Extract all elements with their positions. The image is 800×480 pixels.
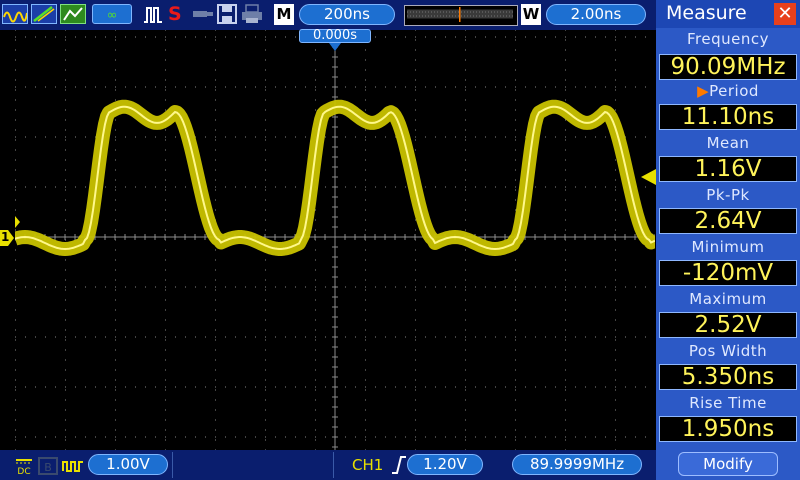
waveform-overview[interactable] [404, 5, 518, 26]
measure-label-rise-time: Rise Time [689, 394, 767, 412]
measure-panel-header: Measure ✕ [656, 0, 800, 28]
rising-edge-icon [391, 455, 407, 475]
modify-button[interactable]: Modify [678, 452, 778, 476]
frequency-counter-button[interactable]: 89.9999MHz [512, 454, 642, 475]
timebase-button[interactable]: 200ns [299, 4, 395, 25]
measure-panel: Measure ✕ Frequency 90.09MHz ▶Period 11.… [656, 0, 800, 480]
measure-label-frequency: Frequency [687, 30, 769, 48]
persistence-icon[interactable] [60, 4, 86, 24]
svg-text:DC: DC [17, 467, 30, 476]
graticule [10, 29, 660, 451]
measure-label-pkpk: Pk-Pk [706, 186, 750, 204]
ch1-scale-button[interactable]: 1.00V [88, 454, 168, 475]
trigger-level-button[interactable]: 1.20V [407, 454, 483, 475]
ramp-icon[interactable] [31, 4, 57, 24]
ch1-ground-marker[interactable]: 1 [0, 230, 14, 246]
ch1-probe-icon[interactable] [62, 457, 84, 475]
save-icon[interactable] [217, 4, 237, 24]
usb-icon [191, 4, 215, 24]
measure-value-maximum[interactable]: 2.52V [659, 312, 797, 338]
trigger-source-label: CH1 [352, 456, 384, 474]
measure-value-rise-time[interactable]: 1.950ns [659, 416, 797, 442]
measure-label-pos-width: Pos Width [688, 342, 768, 360]
measure-value-pos-width[interactable]: 5.350ns [659, 364, 797, 390]
bottom-status-bar: DC B CH1 1.20V 89.9999MHz 1.00V [0, 450, 656, 480]
measure-value-mean[interactable]: 1.16V [659, 156, 797, 182]
recording-indicator: S [168, 3, 182, 25]
waveform-screen [10, 29, 660, 451]
cursor-icon[interactable]: ∞ [92, 4, 132, 24]
measure-value-period[interactable]: 11.10ns [659, 104, 797, 130]
trigger-position-marker[interactable]: 0.000s [299, 28, 371, 43]
top-toolbar: ∞ S M 200ns W 2.00ns [0, 0, 656, 30]
trigger-arrow-icon [329, 43, 341, 51]
status-divider [333, 452, 334, 478]
window-label: W [521, 4, 541, 25]
close-icon[interactable]: ✕ [774, 3, 796, 25]
bandwidth-limit-icon[interactable]: B [38, 457, 58, 475]
measure-value-minimum[interactable]: -120mV [659, 260, 797, 286]
measure-label-maximum: Maximum [689, 290, 767, 308]
selected-arrow-icon: ▶ [697, 82, 710, 100]
window-zoom-button[interactable]: 2.00ns [546, 4, 646, 25]
measure-label-period: ▶Period [656, 82, 800, 100]
ch1-offset-tick [15, 216, 20, 228]
trigger-position-label: 0.000s [313, 28, 357, 43]
measure-panel-title: Measure [666, 2, 747, 24]
status-divider [172, 452, 173, 478]
mode-label: M [274, 4, 294, 25]
measure-label-period-text: Period [709, 82, 759, 100]
measure-value-frequency[interactable]: 90.09MHz [659, 54, 797, 80]
waveform-icon[interactable] [2, 4, 28, 24]
svg-text:B: B [44, 461, 52, 474]
pulse-icon[interactable] [143, 4, 163, 24]
svg-text:∞: ∞ [107, 8, 118, 23]
measure-value-pkpk[interactable]: 2.64V [659, 208, 797, 234]
trigger-level-marker[interactable] [641, 169, 656, 185]
print-icon[interactable] [241, 4, 263, 24]
dc-coupling-icon[interactable]: DC [14, 456, 34, 477]
measure-label-minimum: Minimum [691, 238, 765, 256]
ch1-marker-label: 1 [1, 230, 10, 244]
measure-label-mean: Mean [706, 134, 750, 152]
